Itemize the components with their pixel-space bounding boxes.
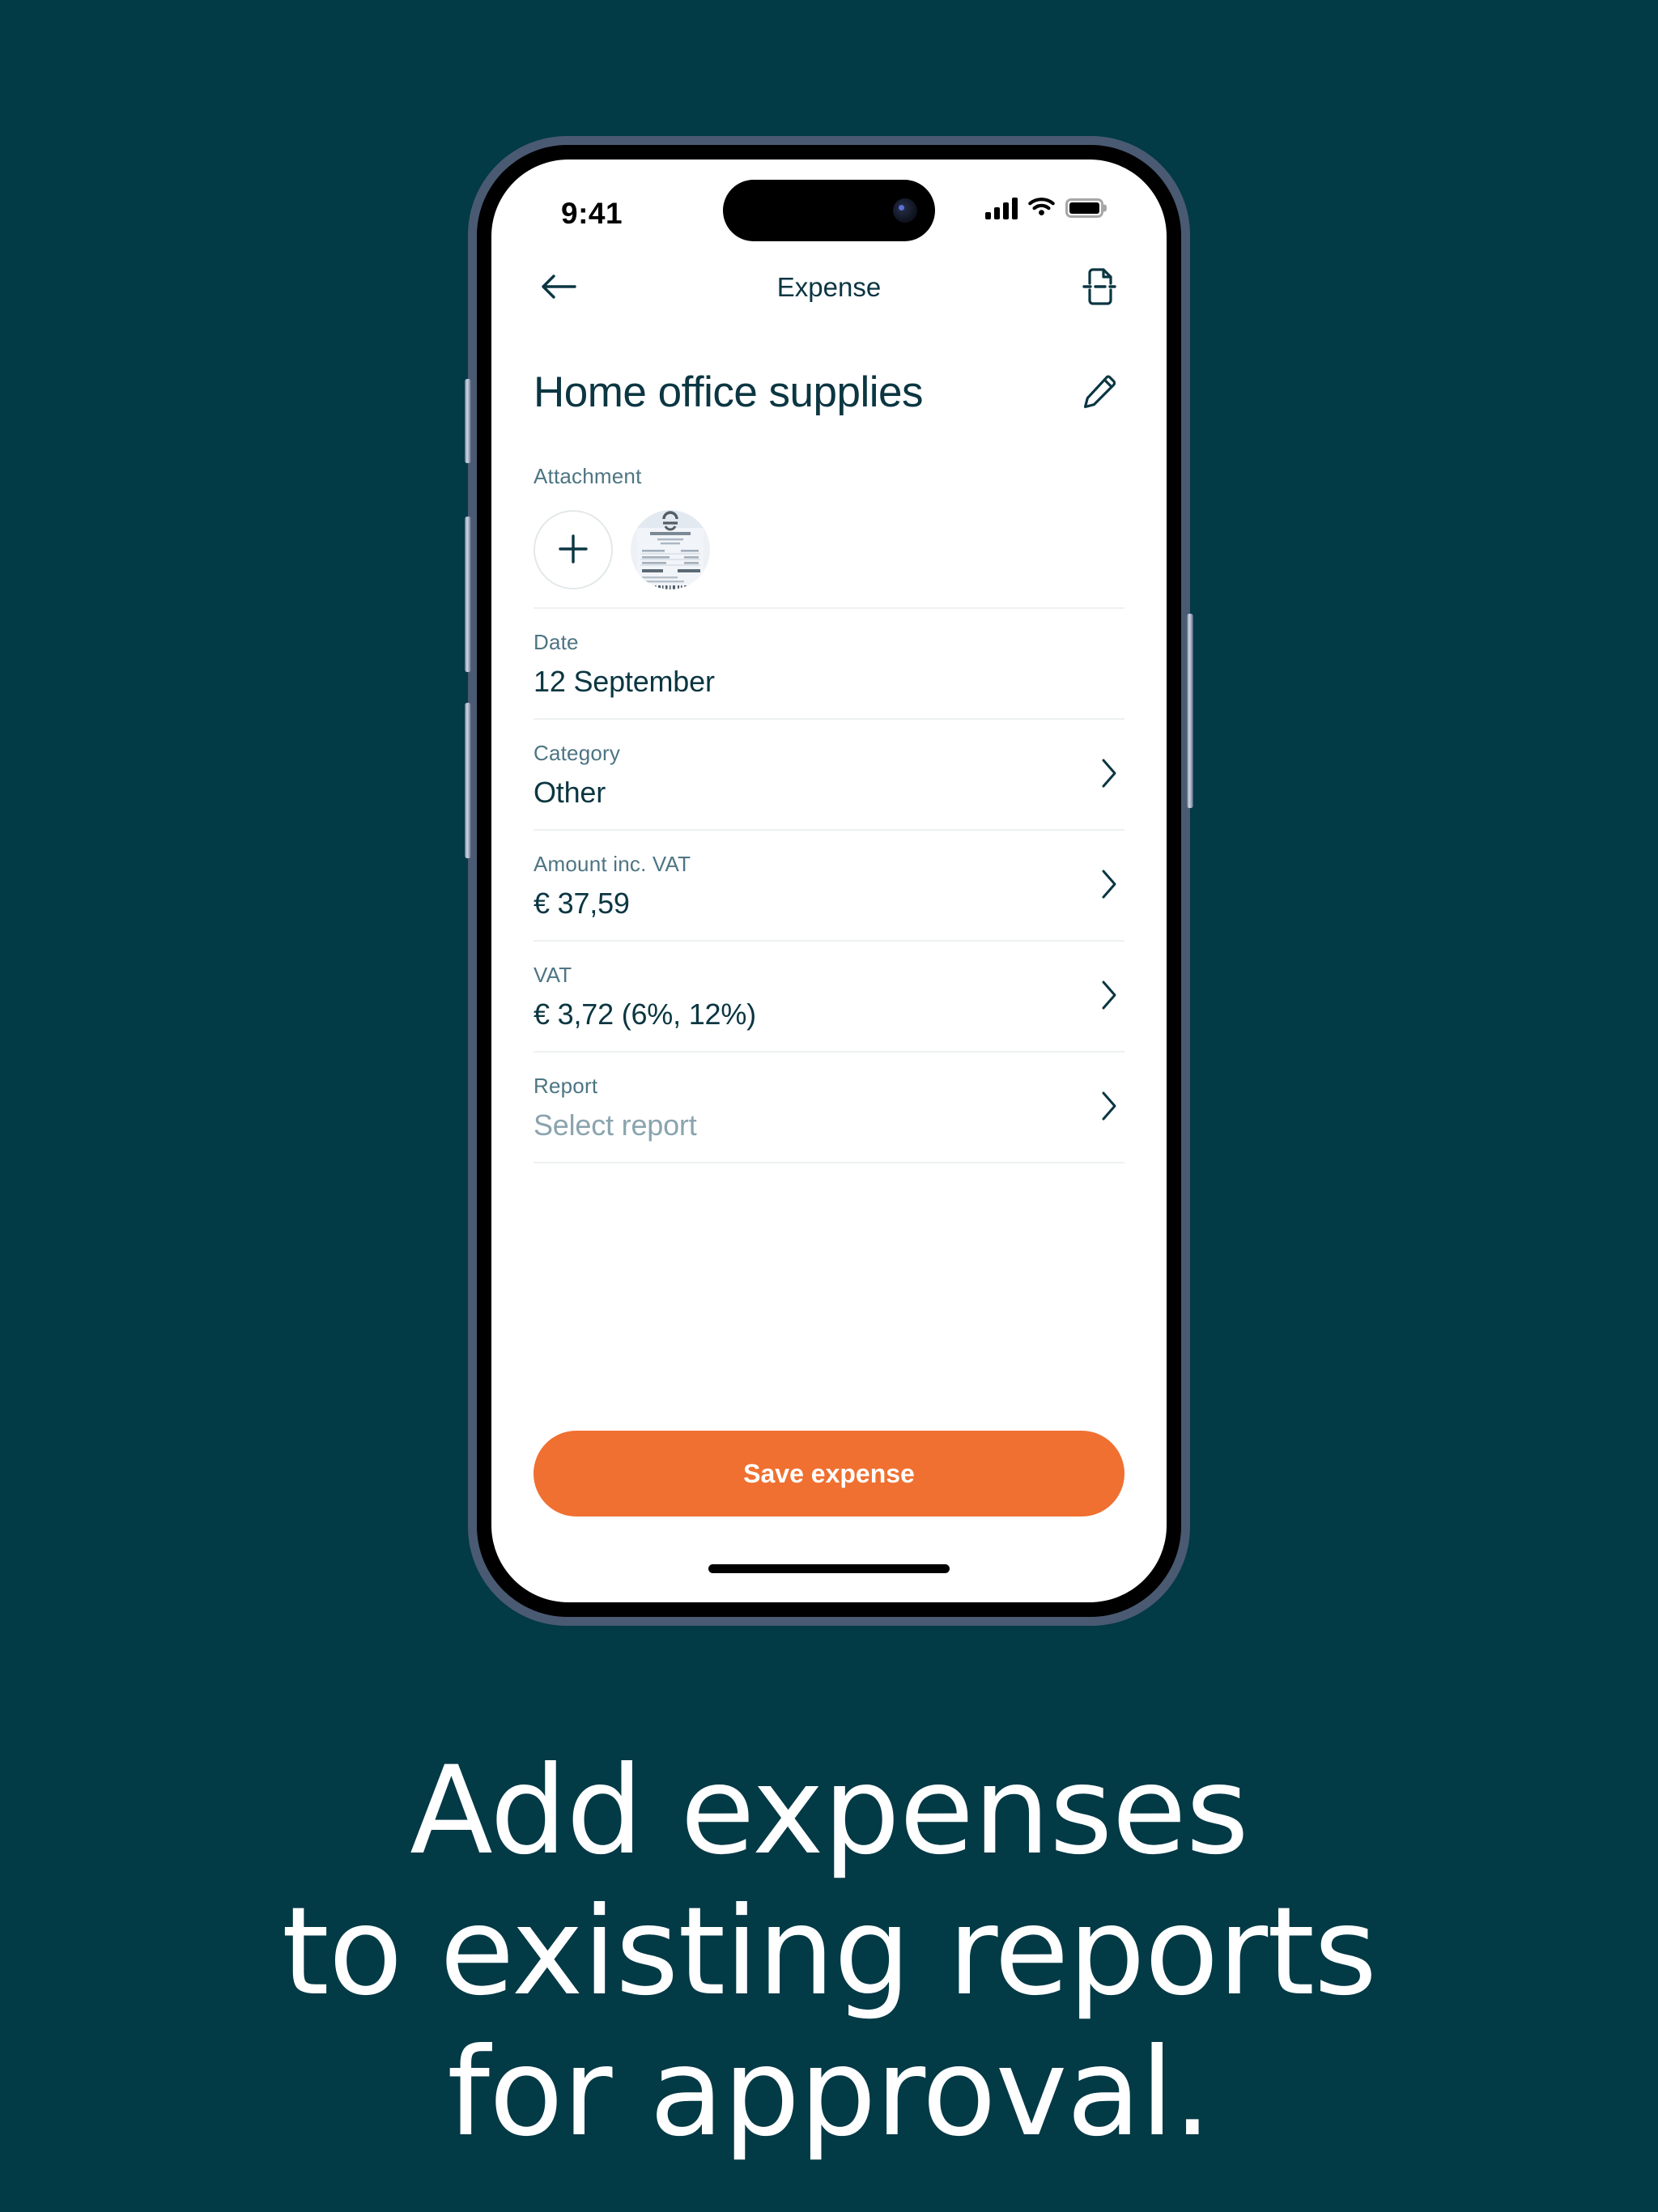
expense-title-row: Home office supplies: [534, 325, 1124, 425]
nav-bar: Expense: [491, 250, 1167, 325]
field-row-date: Date 12 September: [534, 609, 1124, 720]
attachment-block: Attachment: [534, 425, 1124, 609]
scan-document-button[interactable]: [1074, 262, 1124, 313]
field-label-amount: Amount inc. VAT: [534, 852, 691, 876]
caption-line-3: for approval.: [447, 2023, 1211, 2163]
status-bar: 9:41: [491, 160, 1167, 250]
wifi-icon: [1028, 195, 1055, 220]
front-camera-icon: [893, 198, 917, 223]
field-label-category: Category: [534, 741, 621, 765]
scan-document-icon: [1080, 266, 1119, 310]
volume-up-button[interactable]: [465, 517, 471, 672]
field-rows: Date 12 September Category Other Amount inc.…: [534, 609, 1124, 1163]
status-icons: [985, 195, 1103, 220]
field-row-report[interactable]: Report Select report: [534, 1053, 1124, 1163]
field-row-amount[interactable]: Amount inc. VAT € 37,59: [534, 831, 1124, 942]
caption-line-2: to existing reports: [281, 1882, 1377, 2023]
field-row-vat[interactable]: VAT € 3,72 (6%, 12%): [534, 942, 1124, 1053]
pencil-icon: [1080, 372, 1119, 413]
field-value-amount: € 37,59: [534, 887, 630, 920]
volume-down-button[interactable]: [465, 703, 471, 858]
chevron-right-icon: [1099, 868, 1124, 904]
field-row-category[interactable]: Category Other: [534, 720, 1124, 831]
home-indicator[interactable]: [708, 1564, 950, 1573]
add-attachment-button[interactable]: [534, 510, 613, 589]
plus-icon: [555, 531, 591, 569]
status-time: 9:41: [561, 197, 623, 230]
chevron-right-icon: [1099, 1090, 1124, 1126]
field-value-report: Select report: [534, 1108, 697, 1142]
marketing-caption: Add expenses to existing reports for app…: [0, 1741, 1658, 2163]
mute-switch[interactable]: [465, 379, 471, 463]
save-expense-button[interactable]: Save expense: [534, 1431, 1124, 1516]
edit-expense-button[interactable]: [1074, 367, 1124, 417]
receipt-thumbnail[interactable]: [631, 510, 710, 589]
arrow-left-icon: [540, 273, 577, 303]
phone-screen: 9:41 Expense Home office supplies Attach…: [491, 160, 1167, 1602]
cta-area: Save expense: [491, 1431, 1167, 1516]
phone-bezel: 9:41 Expense Home office supplies Attach…: [477, 145, 1181, 1617]
battery-full-icon: [1065, 198, 1103, 218]
attachment-label: Attachment: [534, 464, 642, 488]
expense-title: Home office supplies: [534, 368, 924, 416]
signal-bars-icon: [985, 197, 1018, 219]
chevron-right-icon: [1099, 757, 1124, 793]
field-value-vat: € 3,72 (6%, 12%): [534, 998, 756, 1031]
power-button[interactable]: [1187, 614, 1193, 808]
field-label-date: Date: [534, 630, 579, 654]
back-button[interactable]: [534, 262, 584, 313]
attachment-thumbnails: [534, 510, 1124, 589]
caption-line-1: Add expenses: [410, 1741, 1249, 1882]
field-value-category: Other: [534, 776, 606, 809]
nav-title: Expense: [776, 272, 882, 302]
field-label-report: Report: [534, 1074, 598, 1098]
field-label-vat: VAT: [534, 963, 572, 987]
chevron-right-icon: [1099, 979, 1124, 1015]
field-value-date: 12 September: [534, 665, 715, 698]
expense-form: Home office supplies Attachment Date 12 …: [491, 325, 1167, 1163]
dynamic-island: [723, 180, 935, 241]
phone-frame: 9:41 Expense Home office supplies Attach…: [465, 136, 1193, 1626]
